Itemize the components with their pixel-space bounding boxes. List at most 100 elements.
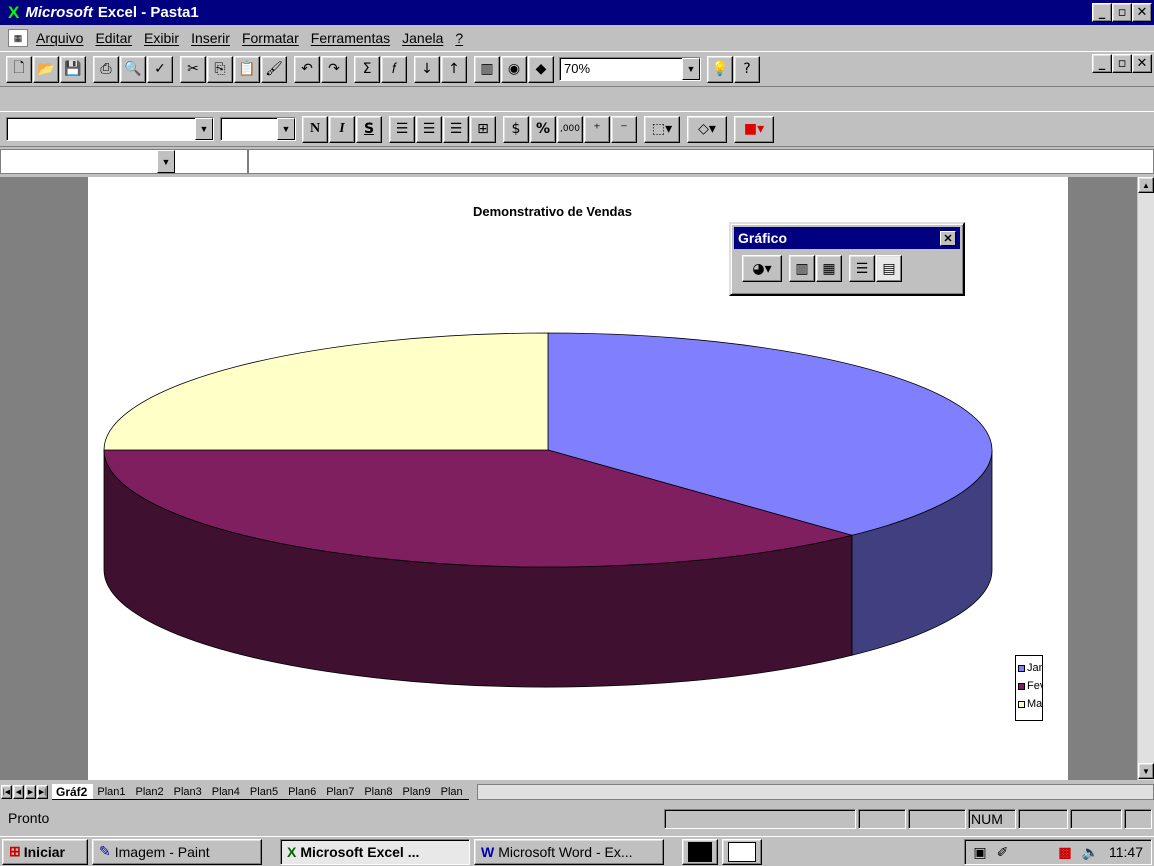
task-excel[interactable]: X Microsoft Excel ...: [280, 838, 470, 865]
drawing-icon[interactable]: ◆: [528, 55, 554, 83]
task-blank-window[interactable]: [722, 838, 762, 865]
thousands-button[interactable]: ,000: [557, 115, 583, 143]
cut-icon[interactable]: ✂: [180, 55, 206, 83]
scroll-up-icon[interactable]: ▲: [1138, 177, 1154, 193]
pen-icon[interactable]: ✐: [997, 844, 1009, 861]
chevron-down-icon[interactable]: ▼: [195, 118, 213, 140]
sheet-tab[interactable]: Plan8: [360, 784, 399, 800]
sheet-tab[interactable]: Plan9: [398, 784, 437, 800]
sheet-tab[interactable]: Plan7: [322, 784, 361, 800]
map-icon[interactable]: ◉: [501, 55, 527, 83]
name-box[interactable]: ▼: [0, 149, 248, 174]
volume-icon[interactable]: 🔈: [1082, 844, 1099, 861]
italic-button[interactable]: I: [329, 115, 355, 143]
sheet-tab[interactable]: Plan6: [284, 784, 323, 800]
last-sheet-icon[interactable]: ▶|: [37, 785, 48, 799]
next-sheet-icon[interactable]: ▶: [25, 785, 36, 799]
pie-slice-mar[interactable]: [103, 332, 549, 451]
font-color-icon[interactable]: ■▾: [734, 115, 774, 143]
task-word[interactable]: W Microsoft Word - Ex...: [474, 838, 664, 865]
chart-type-icon[interactable]: ◕▾: [742, 255, 782, 282]
spelling-icon[interactable]: ✓: [147, 55, 173, 83]
decrease-decimal-icon[interactable]: ⁻: [611, 115, 637, 143]
task-paint[interactable]: ✎ Imagem - Paint: [92, 838, 262, 865]
merge-center-icon[interactable]: ⊞: [470, 115, 496, 143]
print-preview-icon[interactable]: 🔍: [120, 55, 146, 83]
copy-icon[interactable]: ⎘: [207, 55, 233, 83]
tray-app-icon[interactable]: ▩: [1058, 844, 1071, 861]
currency-icon[interactable]: $: [503, 115, 529, 143]
new-icon[interactable]: 🗋: [6, 55, 32, 83]
menu-ferramentas[interactable]: Ferramentas: [311, 30, 390, 46]
align-left-icon[interactable]: ☰: [389, 115, 415, 143]
help-pointer-icon[interactable]: ?: [734, 55, 760, 83]
chevron-down-icon[interactable]: ▼: [277, 118, 295, 140]
sheet-tab[interactable]: Gráf2: [52, 784, 94, 800]
sheet-tab[interactable]: Plan2: [131, 784, 170, 800]
format-painter-icon[interactable]: 🖌: [261, 55, 287, 83]
redo-icon[interactable]: ↷: [321, 55, 347, 83]
chart-wizard-icon[interactable]: ▥: [474, 55, 500, 83]
minimize-button[interactable]: _: [1092, 3, 1112, 22]
bold-button[interactable]: N: [302, 115, 328, 143]
chevron-down-icon[interactable]: ▼: [157, 150, 175, 173]
chart-toolbar[interactable]: Gráfico ✕ ◕▾ ▥ ▦ ☰ ▤: [729, 222, 965, 296]
window-icon: [688, 841, 712, 862]
pie-chart[interactable]: [0, 177, 1154, 780]
formula-input[interactable]: [248, 149, 1154, 174]
zoom-select[interactable]: 70% ▼: [559, 57, 701, 81]
sort-ascending-icon[interactable]: ↓: [414, 55, 440, 83]
menu-editar[interactable]: Editar: [95, 30, 132, 46]
sheet-tab[interactable]: Plan4: [207, 784, 246, 800]
fill-color-icon[interactable]: ◇▾: [687, 115, 727, 143]
gridlines-icon[interactable]: ☰: [849, 255, 875, 282]
percent-button[interactable]: %: [530, 115, 556, 143]
sort-descending-icon[interactable]: ↑: [441, 55, 467, 83]
sheet-tab[interactable]: Plan5: [245, 784, 285, 800]
chart-legend[interactable]: Jan Fev Mar: [1015, 655, 1043, 721]
save-icon[interactable]: 💾: [60, 55, 86, 83]
align-right-icon[interactable]: ☰: [443, 115, 469, 143]
sheet-tab[interactable]: Plan3: [169, 784, 208, 800]
align-center-icon[interactable]: ☰: [416, 115, 442, 143]
legend-toggle-icon[interactable]: ▤: [876, 255, 902, 282]
default-chart-icon[interactable]: ▥: [789, 255, 815, 282]
menu-inserir[interactable]: Inserir: [191, 30, 230, 46]
first-sheet-icon[interactable]: |◀: [1, 785, 12, 799]
function-icon[interactable]: 𝑓: [381, 55, 407, 83]
horizontal-scrollbar[interactable]: [476, 784, 1154, 800]
tip-wizard-icon[interactable]: 💡: [707, 55, 733, 83]
font-size-select[interactable]: ▼: [220, 117, 296, 141]
prev-sheet-icon[interactable]: ◀: [13, 785, 24, 799]
network-icon[interactable]: ▣: [973, 844, 986, 861]
menu-janela[interactable]: Janela: [402, 30, 443, 46]
paste-icon[interactable]: 📋: [234, 55, 260, 83]
excel-icon[interactable]: X: [8, 3, 19, 23]
scroll-down-icon[interactable]: ▼: [1138, 763, 1154, 779]
chevron-down-icon[interactable]: ▼: [682, 58, 700, 80]
increase-decimal-icon[interactable]: ⁺: [584, 115, 610, 143]
task-black-window[interactable]: [682, 838, 718, 865]
close-button[interactable]: ✕: [1132, 3, 1152, 22]
print-icon[interactable]: ⎙: [93, 55, 119, 83]
borders-icon[interactable]: ⬚▾: [644, 115, 680, 143]
menu-arquivo[interactable]: Arquivo: [36, 30, 83, 46]
sheet-tab[interactable]: Plan: [436, 784, 469, 800]
maximize-button[interactable]: ▫: [1112, 3, 1132, 22]
menu-formatar[interactable]: Formatar: [242, 30, 299, 46]
underline-button[interactable]: S: [356, 115, 382, 143]
sheet-tab[interactable]: Plan1: [93, 784, 132, 800]
open-icon[interactable]: 📂: [33, 55, 59, 83]
chart-toolbar-titlebar[interactable]: Gráfico ✕: [734, 227, 960, 249]
chart-wizard-icon[interactable]: ▦: [816, 255, 842, 282]
vertical-scrollbar[interactable]: ▲ ▼: [1137, 177, 1154, 780]
menu-help[interactable]: ?: [455, 30, 463, 46]
menu-exibir[interactable]: Exibir: [144, 30, 179, 46]
undo-icon[interactable]: ↶: [294, 55, 320, 83]
document-icon[interactable]: ▦: [8, 29, 28, 47]
start-button[interactable]: ⊞ Iniciar: [2, 838, 88, 865]
close-icon[interactable]: ✕: [940, 230, 956, 246]
menu-bar: ▦ Arquivo Editar Exibir Inserir Formatar…: [0, 25, 1154, 73]
font-select[interactable]: ▼: [6, 117, 214, 141]
autosum-icon[interactable]: Σ: [354, 55, 380, 83]
